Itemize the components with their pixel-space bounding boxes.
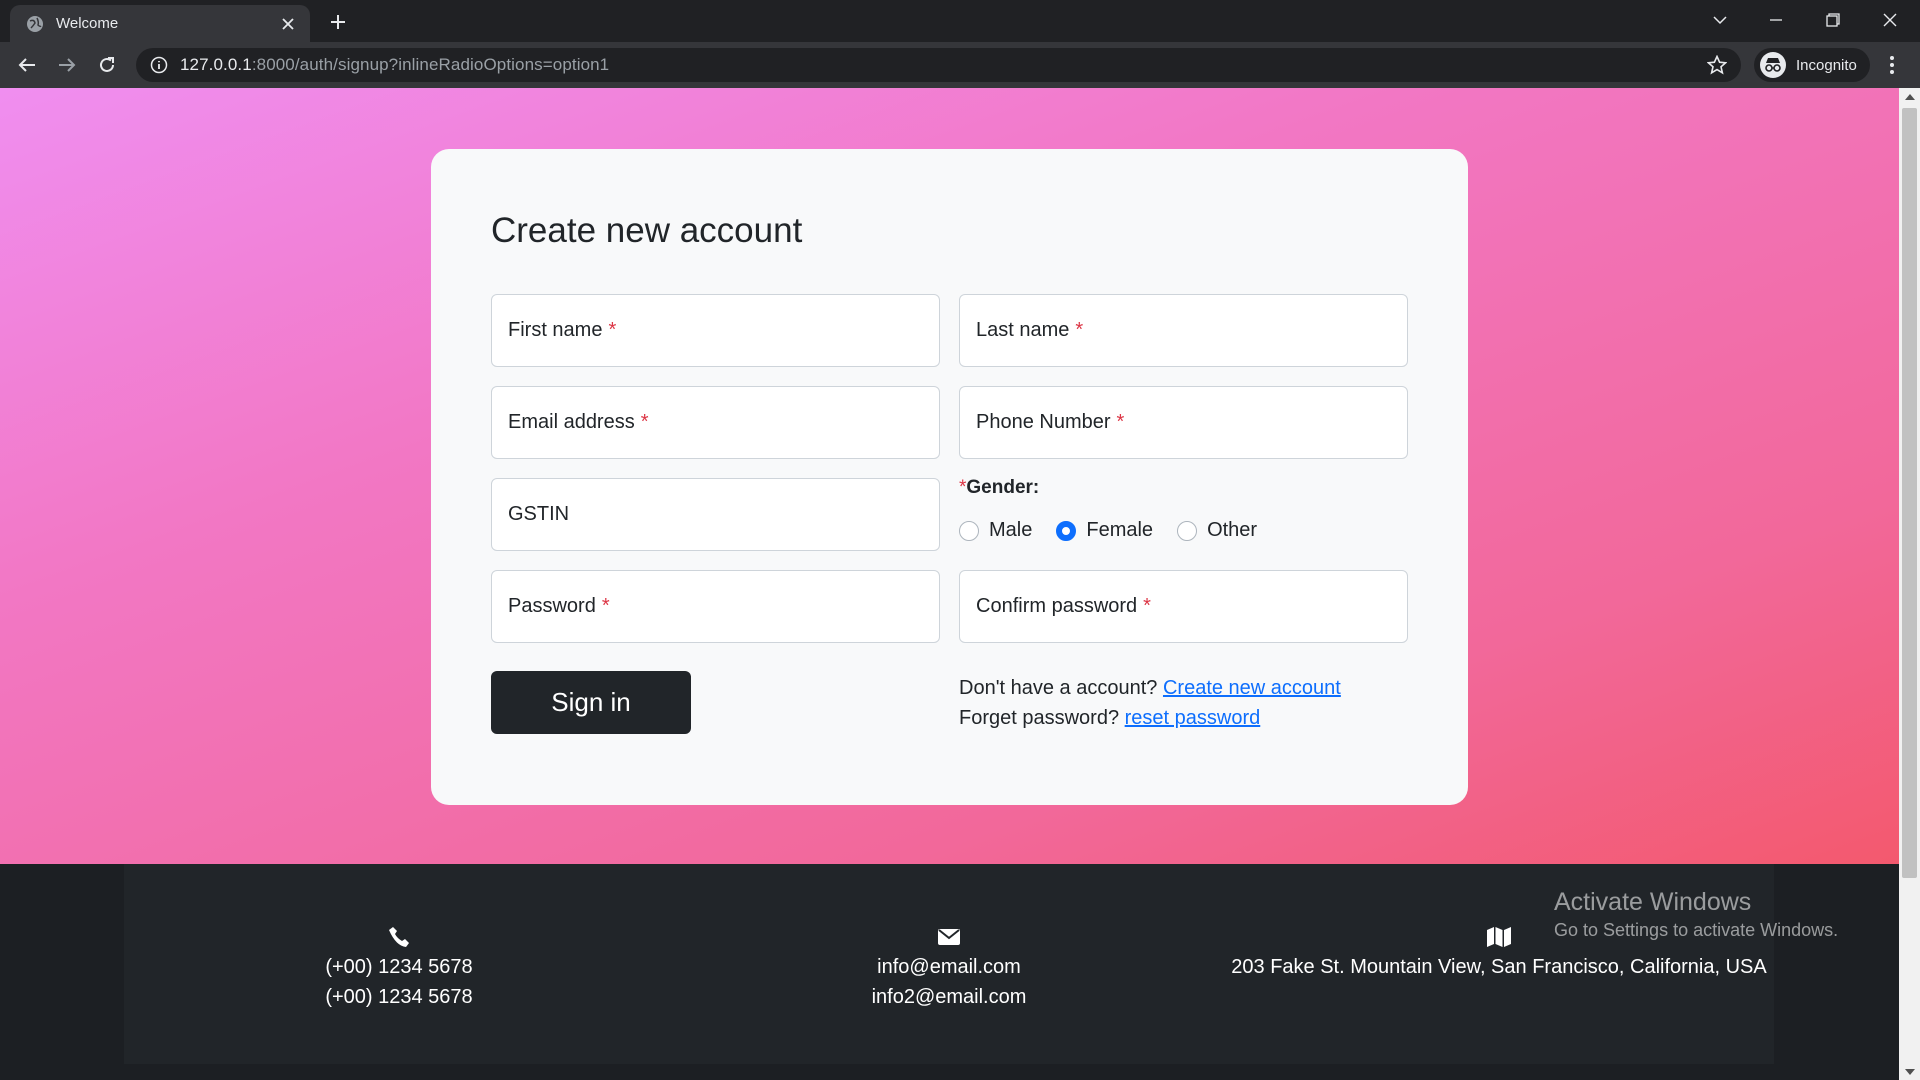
page-scrollbar[interactable] (1899, 88, 1920, 1080)
new-tab-icon[interactable] (325, 9, 351, 35)
password-label: Password (508, 595, 596, 617)
page-title: Create new account (491, 211, 803, 250)
sign-in-button[interactable]: Sign in (491, 671, 691, 734)
reset-password-line: Forget password? reset password (959, 707, 1261, 729)
globe-icon (26, 15, 44, 33)
first-name-label: First name (508, 319, 603, 341)
phone-label: Phone Number (976, 411, 1111, 433)
incognito-profile-button[interactable]: Incognito (1754, 48, 1870, 82)
minimize-icon[interactable] (1748, 0, 1804, 40)
gender-radio-group: Male Female Other (959, 519, 1281, 542)
hero-background: Create new account First name * Last name… (0, 88, 1899, 864)
signup-card: Create new account First name * Last name… (431, 149, 1468, 805)
footer-email-1: info@email.com (877, 956, 1021, 978)
footer-phone-2: (+00) 1234 5678 (325, 986, 473, 1008)
footer-email-column: info@email.com info2@email.com (674, 864, 1224, 1064)
first-name-field[interactable]: First name * (491, 294, 940, 367)
close-window-icon[interactable] (1862, 0, 1918, 40)
url-text: 127.0.0.1:8000/auth/signup?inlineRadioOp… (180, 55, 610, 74)
restore-icon[interactable] (1805, 0, 1861, 40)
confirm-password-field[interactable]: Confirm password * (959, 570, 1408, 643)
info-icon[interactable] (150, 56, 168, 74)
close-tab-icon[interactable] (278, 14, 298, 34)
required-mark: * (601, 595, 610, 617)
gender-radio-other[interactable] (1177, 520, 1198, 541)
tab-title: Welcome (56, 15, 119, 32)
back-arrow-icon[interactable] (11, 49, 43, 81)
browser-tabstrip: Welcome (0, 0, 1920, 42)
phone-icon (387, 926, 411, 948)
email-label: Email address (508, 411, 635, 433)
envelope-icon (937, 926, 961, 948)
scrollbar-thumb[interactable] (1902, 108, 1917, 878)
footer-phone-column: (+00) 1234 5678 (+00) 1234 5678 (124, 864, 674, 1064)
scroll-down-arrow-icon[interactable] (1899, 1063, 1920, 1080)
footer-email-2: info2@email.com (871, 986, 1027, 1008)
tab-search-chevron-icon[interactable] (1692, 0, 1748, 40)
gender-option-label: Other (1207, 519, 1258, 541)
scroll-up-arrow-icon[interactable] (1899, 88, 1920, 105)
forward-arrow-icon[interactable] (51, 49, 83, 81)
activate-windows-watermark: Activate Windows Go to Settings to activ… (1554, 887, 1838, 943)
required-mark: * (1116, 411, 1125, 433)
required-mark: * (1143, 595, 1151, 617)
last-name-label: Last name (976, 319, 1070, 341)
gender-option-label: Male (989, 519, 1033, 541)
gstin-label: GSTIN (508, 503, 570, 525)
gstin-field[interactable]: GSTIN (491, 478, 940, 551)
reset-password-link[interactable]: reset password (1125, 707, 1261, 729)
gender-label: *Gender: (959, 477, 1040, 498)
last-name-field[interactable]: Last name * (959, 294, 1408, 367)
phone-field[interactable]: Phone Number * (959, 386, 1408, 459)
create-account-link[interactable]: Create new account (1163, 677, 1341, 699)
bookmark-star-icon[interactable] (1707, 55, 1727, 75)
footer-phone-1: (+00) 1234 5678 (325, 956, 473, 978)
footer-address: 203 Fake St. Mountain View, San Francisc… (1231, 956, 1767, 978)
gender-radio-male[interactable] (959, 520, 979, 541)
gender-option-label: Female (1086, 519, 1154, 541)
map-icon (1487, 926, 1511, 948)
password-field[interactable]: Password * (491, 570, 940, 643)
create-account-line: Don't have a account? Create new account (959, 677, 1341, 699)
email-field[interactable]: Email address * (491, 386, 940, 459)
browser-tab[interactable]: Welcome (10, 5, 310, 42)
confirm-password-label: Confirm password (976, 595, 1138, 617)
browser-toolbar: 127.0.0.1:8000/auth/signup?inlineRadioOp… (0, 42, 1920, 88)
required-mark: * (640, 411, 649, 433)
browser-menu-icon[interactable] (1880, 53, 1904, 77)
incognito-icon (1760, 52, 1786, 78)
required-mark: * (608, 319, 617, 341)
reload-icon[interactable] (91, 49, 123, 81)
required-mark: * (1075, 319, 1084, 341)
watermark-subtitle: Go to Settings to activate Windows. (1554, 920, 1839, 940)
profile-label: Incognito (1796, 56, 1857, 74)
watermark-title: Activate Windows (1554, 888, 1752, 916)
address-bar[interactable]: 127.0.0.1:8000/auth/signup?inlineRadioOp… (136, 48, 1741, 82)
gender-radio-female[interactable] (1056, 520, 1077, 541)
